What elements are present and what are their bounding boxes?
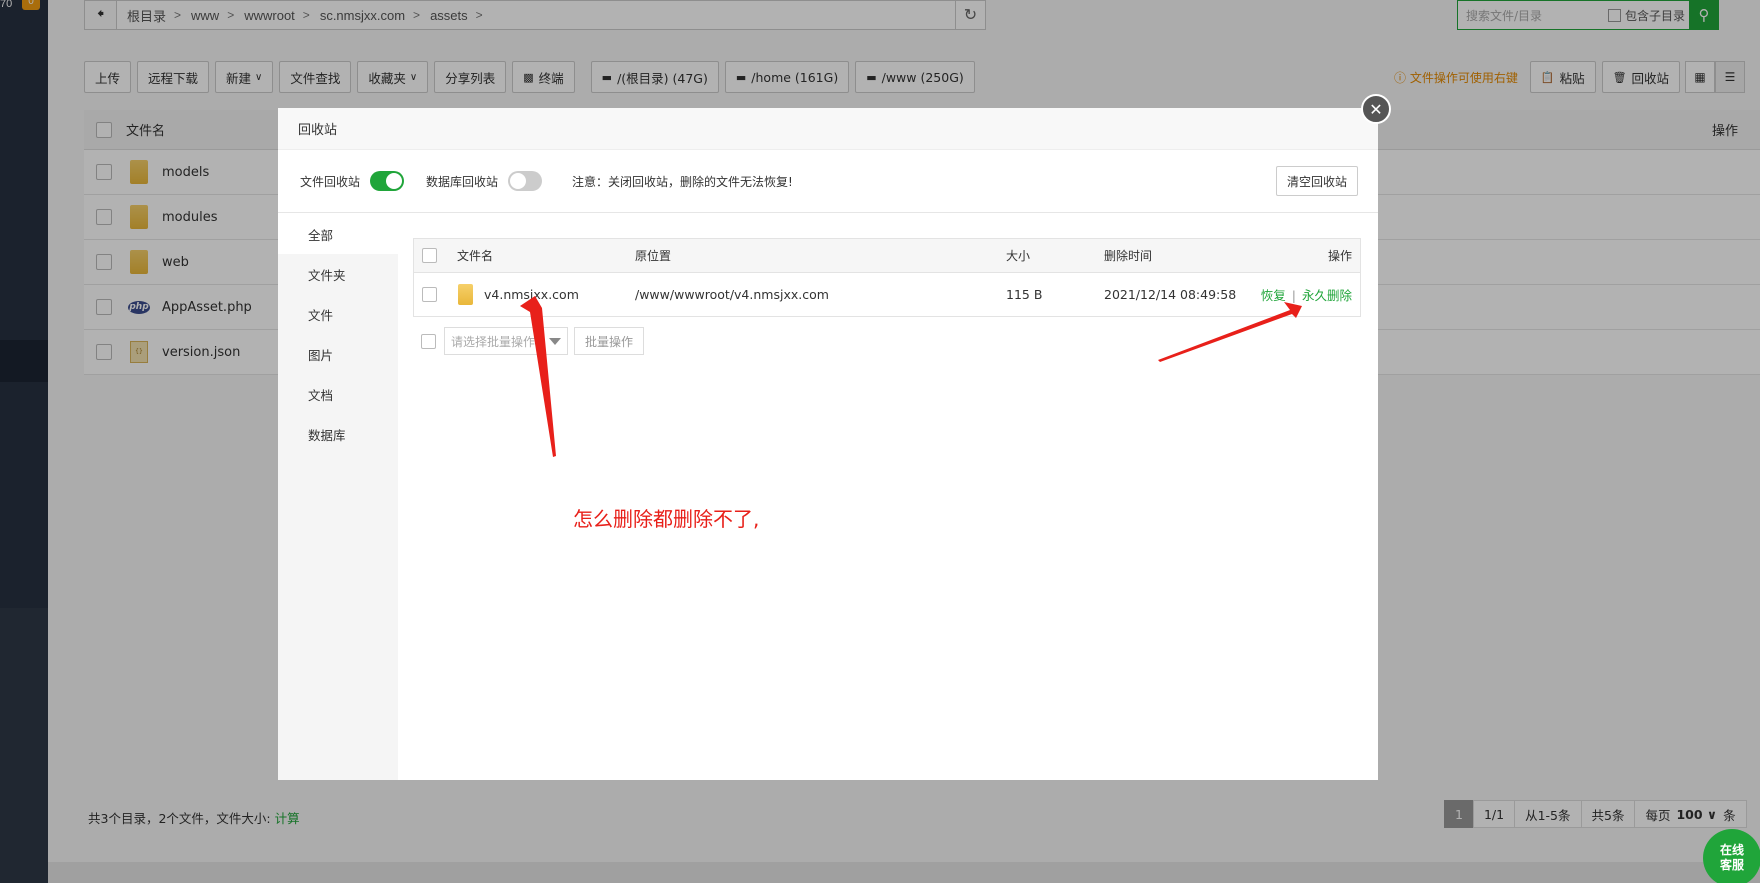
annotation-text: 怎么删除都删除不了, [573, 507, 760, 531]
col-time: 删除时间 [1104, 249, 1153, 263]
select-all-checkbox[interactable] [422, 248, 437, 263]
tab-folders[interactable]: 文件夹 [278, 254, 398, 294]
file-recycle-label: 文件回收站 [300, 174, 361, 189]
file-recycle-toggle[interactable] [370, 171, 405, 191]
dialog-title: 回收站 [278, 108, 1378, 150]
batch-action-button[interactable]: 批量操作 [574, 327, 645, 355]
db-recycle-toggle[interactable] [508, 171, 543, 191]
batch-actions: 请选择批量操作 批量操作 [413, 327, 1361, 355]
recycle-list: 文件名 原位置 大小 删除时间 操作 v4.nmsjxx.com /www/ww… [413, 238, 1361, 355]
close-icon[interactable]: ✕ [1361, 94, 1391, 124]
table-row[interactable]: v4.nmsjxx.com /www/wwwroot/v4.nmsjxx.com… [414, 273, 1360, 316]
recycle-options: 文件回收站 数据库回收站 注意：关闭回收站，删除的文件无法恢复! 清空回收站 [278, 150, 1378, 213]
tab-images[interactable]: 图片 [278, 334, 398, 374]
recycle-item-time: 2021/12/14 08:49:58 [1104, 287, 1237, 302]
action-separator: | [1291, 288, 1296, 303]
recycle-item-actions: 恢复 | 永久删除 [1261, 285, 1352, 304]
permanent-delete-link[interactable]: 永久删除 [1302, 288, 1352, 303]
restore-link[interactable]: 恢复 [1261, 288, 1286, 303]
recycle-category-tabs: 全部 文件夹 文件 图片 文档 数据库 [278, 214, 398, 780]
recycle-item-size: 115 B [1006, 287, 1043, 302]
recycle-item-origin: /www/wwwroot/v4.nmsjxx.com [635, 287, 829, 302]
tab-docs[interactable]: 文档 [278, 374, 398, 414]
tab-database[interactable]: 数据库 [278, 414, 398, 454]
service-line2: 客服 [1719, 858, 1744, 872]
recycle-item-name: v4.nmsjxx.com [484, 287, 579, 302]
caret-down-icon [549, 337, 561, 345]
batch-select[interactable]: 请选择批量操作 [444, 327, 568, 355]
col-origin: 原位置 [635, 249, 672, 263]
recycle-bin-dialog: 回收站 ✕ 文件回收站 数据库回收站 注意：关闭回收站，删除的文件无法恢复! 清… [278, 94, 1391, 780]
batch-checkbox[interactable] [421, 333, 436, 349]
service-line1: 在线 [1719, 843, 1744, 857]
recycle-note: 注意：关闭回收站，删除的文件无法恢复! [572, 174, 793, 189]
col-name: 文件名 [457, 249, 494, 263]
col-op: 操作 [1327, 249, 1352, 263]
col-size: 大小 [1006, 249, 1031, 263]
folder-icon [458, 284, 473, 305]
clear-recycle-button[interactable]: 清空回收站 [1275, 166, 1358, 196]
tab-files[interactable]: 文件 [278, 294, 398, 334]
recycle-table: 文件名 原位置 大小 删除时间 操作 v4.nmsjxx.com /www/ww… [413, 238, 1361, 317]
row-checkbox[interactable] [422, 287, 437, 302]
online-service-button[interactable]: 在线 客服 [1703, 829, 1760, 883]
recycle-table-header: 文件名 原位置 大小 删除时间 操作 [414, 239, 1360, 273]
tab-all[interactable]: 全部 [278, 214, 398, 254]
batch-select-placeholder: 请选择批量操作 [451, 334, 536, 349]
db-recycle-label: 数据库回收站 [426, 174, 499, 189]
